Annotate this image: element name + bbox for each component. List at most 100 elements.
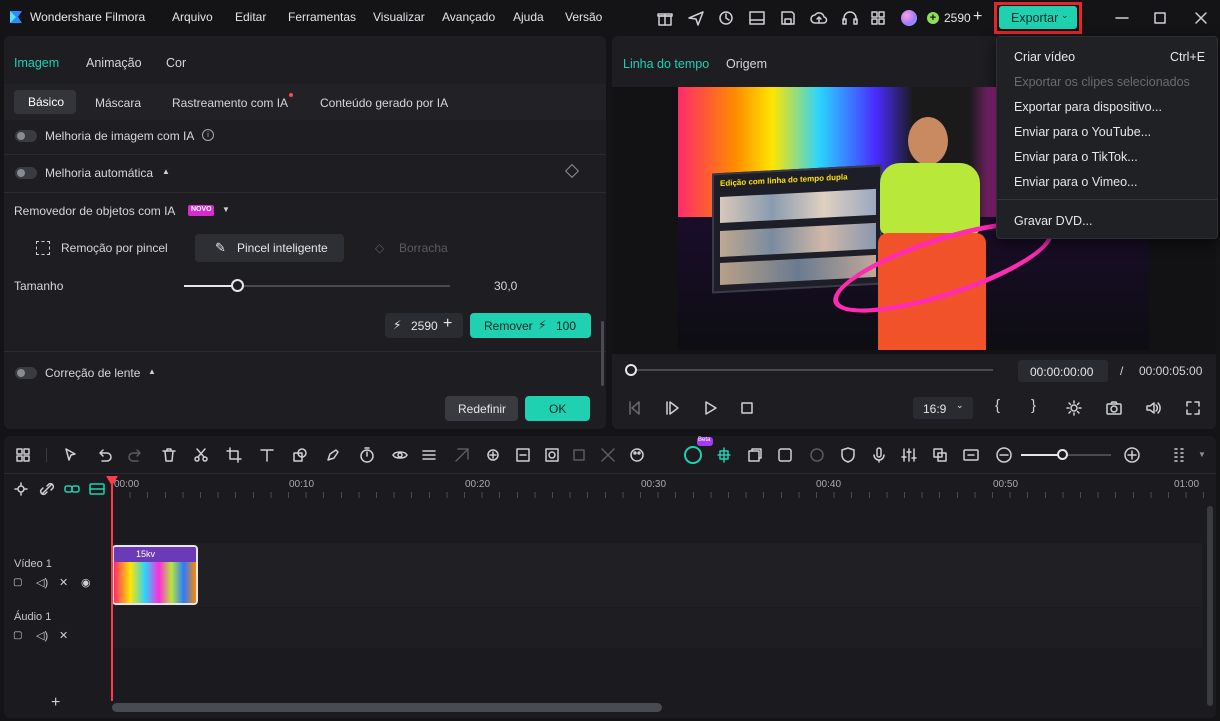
snap-icon[interactable] [715,446,733,464]
microphone-icon[interactable] [870,446,888,464]
play-icon[interactable] [701,399,719,417]
panel-scrollbar[interactable] [601,321,604,386]
caret-up-icon[interactable]: ▲ [148,367,156,376]
group-icon[interactable] [746,446,764,464]
tab-cor[interactable]: Cor [166,56,186,70]
vertical-scrollbar[interactable] [1207,506,1213,706]
playhead-thumb[interactable] [625,364,637,376]
prev-frame-icon[interactable] [625,399,643,417]
lens-correction-toggle[interactable] [15,367,37,379]
eraser-option[interactable]: Borracha [399,241,448,255]
link-clips-icon[interactable] [63,480,81,498]
undo-icon[interactable] [95,446,113,464]
keyframe-diamond-icon[interactable] [564,163,580,179]
color-match-icon[interactable] [543,446,561,464]
menu-ferramentas[interactable]: Ferramentas [288,10,356,24]
menu-item-youtube[interactable]: Enviar para o YouTube... [1014,125,1151,139]
hide-effects-icon[interactable]: ✕ [59,576,68,589]
headset-icon[interactable] [841,9,859,27]
menu-item-export-device[interactable]: Exportar para dispositivo... [1014,100,1162,114]
auto-ripple-icon[interactable] [88,480,106,498]
split-scissors-icon[interactable] [192,446,210,464]
shield-icon[interactable] [839,446,857,464]
delete-trash-icon[interactable] [160,446,178,464]
zoom-out-icon[interactable] [995,446,1013,464]
ai-copilot-icon[interactable] [684,446,702,464]
tab-linha-do-tempo[interactable]: Linha do tempo [623,57,709,71]
smart-brush-option[interactable]: ✎ Pincel inteligente [195,234,344,262]
motion-track-icon[interactable] [599,446,617,464]
menu-item-vimeo[interactable]: Enviar para o Vimeo... [1014,175,1137,189]
reset-button[interactable]: Redefinir [445,396,518,421]
ai-tool-icon[interactable] [484,446,502,464]
select-arrow-icon[interactable] [62,446,80,464]
layout-grid-icon[interactable] [14,446,32,464]
mark-out-icon[interactable]: } [1031,397,1036,414]
step-back-icon[interactable] [663,399,681,417]
caret-up-icon[interactable]: ▲ [162,167,170,176]
info-icon[interactable]: i [202,129,214,141]
menu-arquivo[interactable]: Arquivo [172,10,213,24]
size-value[interactable]: 30,0 [494,279,517,293]
chevron-down-icon[interactable]: ▼ [1198,450,1206,459]
timeline-view-options-icon[interactable] [1170,446,1188,464]
menu-item-export-selected[interactable]: Exportar os clipes selecionados [1014,75,1190,89]
tab-origem[interactable]: Origem [726,57,767,71]
timeline-playhead[interactable] [111,476,113,701]
auto-enhance-toggle[interactable] [15,167,37,179]
zoom-slider-thumb[interactable] [1057,449,1068,460]
time-ruler[interactable]: 00:00 00:10 00:20 00:30 00:40 00:50 01:0… [112,476,1212,500]
crop-icon[interactable] [225,446,243,464]
settings-gear-icon[interactable] [1065,399,1083,417]
freeze-frame-icon[interactable] [570,446,588,464]
save-icon[interactable] [779,9,797,27]
transform-icon[interactable] [453,446,471,464]
remove-button[interactable]: Remover ⚡ 100 [470,313,591,338]
size-slider-thumb[interactable] [231,279,244,292]
mark-in-icon[interactable]: { [995,397,1000,414]
menu-editar[interactable]: Editar [235,10,266,24]
hide-effects-icon[interactable]: ✕ [59,629,68,642]
eye-visibility-icon[interactable]: ◉ [81,576,91,589]
shape-icon[interactable] [291,446,309,464]
menu-item-create-video[interactable]: Criar vídeo [1014,50,1075,64]
menu-versao[interactable]: Versão [565,10,602,24]
speed-timer-icon[interactable] [358,446,376,464]
menu-visualizar[interactable]: Visualizar [373,10,425,24]
pen-icon[interactable] [324,446,342,464]
redo-icon[interactable] [127,446,145,464]
minimize-icon[interactable] [1113,9,1131,27]
subtab-mascara[interactable]: Máscara [95,96,141,110]
menu-item-burn-dvd[interactable]: Gravar DVD... [1014,214,1093,228]
gift-icon[interactable] [656,9,674,27]
fullscreen-icon[interactable] [1184,399,1202,417]
mask-icon[interactable] [391,446,409,464]
ai-enhance-toggle[interactable] [15,130,37,142]
lock-icon[interactable]: ▢ [13,577,22,588]
replace-icon[interactable] [931,446,949,464]
send-icon[interactable] [687,9,705,27]
ai-clip-icon[interactable] [776,446,794,464]
tab-imagem[interactable]: Imagem [14,56,59,70]
color-palette-icon[interactable] [628,446,646,464]
close-icon[interactable] [1192,9,1210,27]
horizontal-scrollbar[interactable] [112,703,662,712]
export-button[interactable]: Exportar ⌄ [999,6,1077,29]
audio-mixer-icon[interactable] [900,446,918,464]
brush-remove-icon[interactable] [36,241,50,255]
account-avatar[interactable] [901,10,917,26]
menu-item-tiktok[interactable]: Enviar para o TikTok... [1014,150,1138,164]
menu-ajuda[interactable]: Ajuda [513,10,544,24]
subtab-conteudo-ia[interactable]: Conteúdo gerado por IA [320,96,448,110]
text-icon[interactable] [258,446,276,464]
menu-avancado[interactable]: Avançado [442,10,495,24]
cloud-upload-icon[interactable] [810,9,828,27]
tab-animacao[interactable]: Animação [86,56,142,70]
zoom-in-icon[interactable] [1123,446,1141,464]
volume-icon[interactable] [1144,399,1162,417]
subtab-rastreamento[interactable]: Rastreamento com IA [172,96,288,110]
stabilize-icon[interactable] [514,446,532,464]
render-icon[interactable] [808,446,826,464]
add-track-icon[interactable]: + [51,694,60,712]
chevron-down-icon[interactable]: ▼ [222,205,230,214]
